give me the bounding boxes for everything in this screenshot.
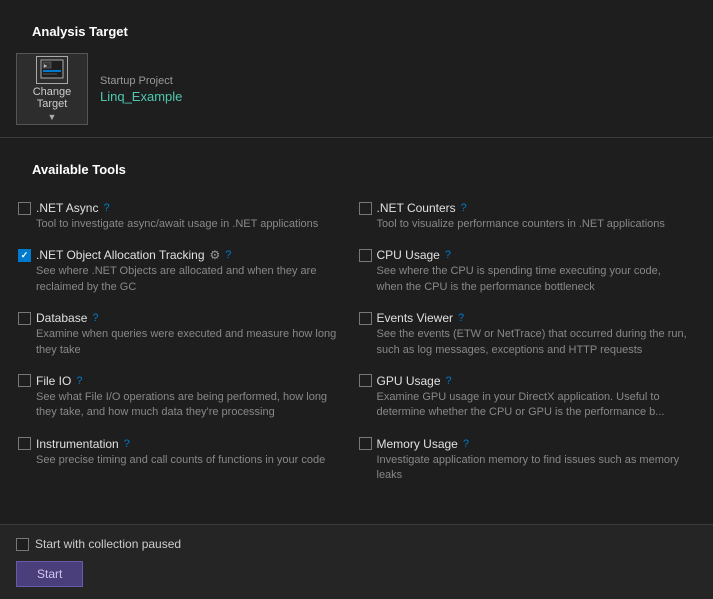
tools-grid: .NET Async? Tool to investigate async/awa… bbox=[16, 193, 697, 492]
tool-desc-gpu-usage: Examine GPU usage in your DirectX applic… bbox=[377, 390, 690, 421]
target-icon: ▶ bbox=[36, 56, 68, 84]
tool-item-net-async: .NET Async? Tool to investigate async/awa… bbox=[16, 193, 357, 240]
tool-header-gpu-usage: GPU Usage? bbox=[359, 374, 690, 388]
help-icon-net-counters[interactable]: ? bbox=[461, 202, 467, 214]
tool-checkbox-events-viewer[interactable] bbox=[359, 312, 372, 325]
bottom-section: Start with collection paused Start bbox=[0, 524, 713, 599]
help-icon-gpu-usage[interactable]: ? bbox=[446, 375, 452, 387]
tool-checkbox-file-io[interactable] bbox=[18, 374, 31, 387]
target-icon-svg: ▶ bbox=[40, 59, 64, 81]
tool-item-net-object: .NET Object Allocation Tracking ⚙? See whe… bbox=[16, 240, 357, 303]
tool-item-net-counters: .NET Counters? Tool to visualize performa… bbox=[357, 193, 698, 240]
help-icon-net-async[interactable]: ? bbox=[103, 202, 109, 214]
tool-name-net-object: .NET Object Allocation Tracking bbox=[36, 248, 205, 262]
tool-header-net-object: .NET Object Allocation Tracking ⚙? bbox=[18, 248, 349, 262]
startup-project-label: Startup Project bbox=[100, 75, 182, 87]
project-name: Linq_Example bbox=[100, 89, 182, 104]
tool-header-cpu-usage: CPU Usage? bbox=[359, 248, 690, 262]
tool-checkbox-net-object[interactable] bbox=[18, 249, 31, 262]
help-icon-database[interactable]: ? bbox=[92, 312, 98, 324]
tool-desc-memory-usage: Investigate application memory to find i… bbox=[377, 453, 690, 484]
collection-paused-row: Start with collection paused bbox=[16, 537, 697, 551]
tool-name-instrumentation: Instrumentation bbox=[36, 437, 119, 451]
tool-desc-net-counters: Tool to visualize performance counters i… bbox=[377, 217, 690, 232]
tool-header-database: Database? bbox=[18, 311, 349, 325]
tool-name-cpu-usage: CPU Usage bbox=[377, 248, 440, 262]
dropdown-arrow-icon: ▼ bbox=[48, 112, 57, 122]
tool-name-file-io: File IO bbox=[36, 374, 71, 388]
tool-item-instrumentation: Instrumentation? See precise timing and c… bbox=[16, 429, 357, 492]
tool-name-net-async: .NET Async bbox=[36, 201, 98, 215]
tool-checkbox-database[interactable] bbox=[18, 312, 31, 325]
tool-item-cpu-usage: CPU Usage? See where the CPU is spending … bbox=[357, 240, 698, 303]
tool-checkbox-instrumentation[interactable] bbox=[18, 437, 31, 450]
tool-name-events-viewer: Events Viewer bbox=[377, 311, 453, 325]
change-target-label: Change Target bbox=[17, 86, 87, 110]
tool-header-memory-usage: Memory Usage? bbox=[359, 437, 690, 451]
tool-desc-cpu-usage: See where the CPU is spending time execu… bbox=[377, 264, 690, 295]
tool-checkbox-net-async[interactable] bbox=[18, 202, 31, 215]
tool-desc-instrumentation: See precise timing and call counts of fu… bbox=[36, 453, 349, 468]
tool-desc-net-async: Tool to investigate async/await usage in… bbox=[36, 217, 349, 232]
tool-name-net-counters: .NET Counters bbox=[377, 201, 456, 215]
tool-item-gpu-usage: GPU Usage? Examine GPU usage in your Dire… bbox=[357, 366, 698, 429]
tool-desc-net-object: See where .NET Objects are allocated and… bbox=[36, 264, 349, 295]
target-box: ▶ Change Target ▼ Startup Project Linq_E… bbox=[16, 53, 697, 125]
tool-desc-events-viewer: See the events (ETW or NetTrace) that oc… bbox=[377, 327, 690, 358]
tool-checkbox-gpu-usage[interactable] bbox=[359, 374, 372, 387]
change-target-button[interactable]: ▶ Change Target ▼ bbox=[16, 53, 88, 125]
tool-name-database: Database bbox=[36, 311, 87, 325]
help-icon-net-object[interactable]: ? bbox=[225, 249, 231, 261]
available-tools-title: Available Tools bbox=[16, 148, 697, 185]
available-tools-section: Available Tools .NET Async? Tool to inves… bbox=[0, 138, 713, 502]
tool-header-file-io: File IO? bbox=[18, 374, 349, 388]
help-icon-instrumentation[interactable]: ? bbox=[124, 438, 130, 450]
tool-item-events-viewer: Events Viewer? See the events (ETW or Net… bbox=[357, 303, 698, 366]
tool-checkbox-memory-usage[interactable] bbox=[359, 437, 372, 450]
tool-header-events-viewer: Events Viewer? bbox=[359, 311, 690, 325]
tool-item-database: Database? Examine when queries were execu… bbox=[16, 303, 357, 366]
tool-header-net-counters: .NET Counters? bbox=[359, 201, 690, 215]
tool-name-gpu-usage: GPU Usage bbox=[377, 374, 441, 388]
tool-checkbox-cpu-usage[interactable] bbox=[359, 249, 372, 262]
tool-desc-file-io: See what File I/O operations are being p… bbox=[36, 390, 349, 421]
tool-name-memory-usage: Memory Usage bbox=[377, 437, 458, 451]
help-icon-file-io[interactable]: ? bbox=[76, 375, 82, 387]
help-icon-cpu-usage[interactable]: ? bbox=[445, 249, 451, 261]
tool-header-net-async: .NET Async? bbox=[18, 201, 349, 215]
target-info: Startup Project Linq_Example bbox=[100, 75, 182, 104]
tool-desc-database: Examine when queries were executed and m… bbox=[36, 327, 349, 358]
start-button[interactable]: Start bbox=[16, 561, 83, 587]
tool-item-file-io: File IO? See what File I/O operations are… bbox=[16, 366, 357, 429]
tool-header-instrumentation: Instrumentation? bbox=[18, 437, 349, 451]
help-icon-memory-usage[interactable]: ? bbox=[463, 438, 469, 450]
collection-paused-label: Start with collection paused bbox=[35, 537, 181, 551]
analysis-target-section: Analysis Target ▶ Change Target ▼ Startu… bbox=[0, 0, 713, 137]
collection-paused-checkbox[interactable] bbox=[16, 538, 29, 551]
analysis-target-title: Analysis Target bbox=[16, 10, 697, 47]
gear-icon-net-object[interactable]: ⚙ bbox=[210, 248, 221, 262]
help-icon-events-viewer[interactable]: ? bbox=[458, 312, 464, 324]
tool-item-memory-usage: Memory Usage? Investigate application mem… bbox=[357, 429, 698, 492]
tool-checkbox-net-counters[interactable] bbox=[359, 202, 372, 215]
